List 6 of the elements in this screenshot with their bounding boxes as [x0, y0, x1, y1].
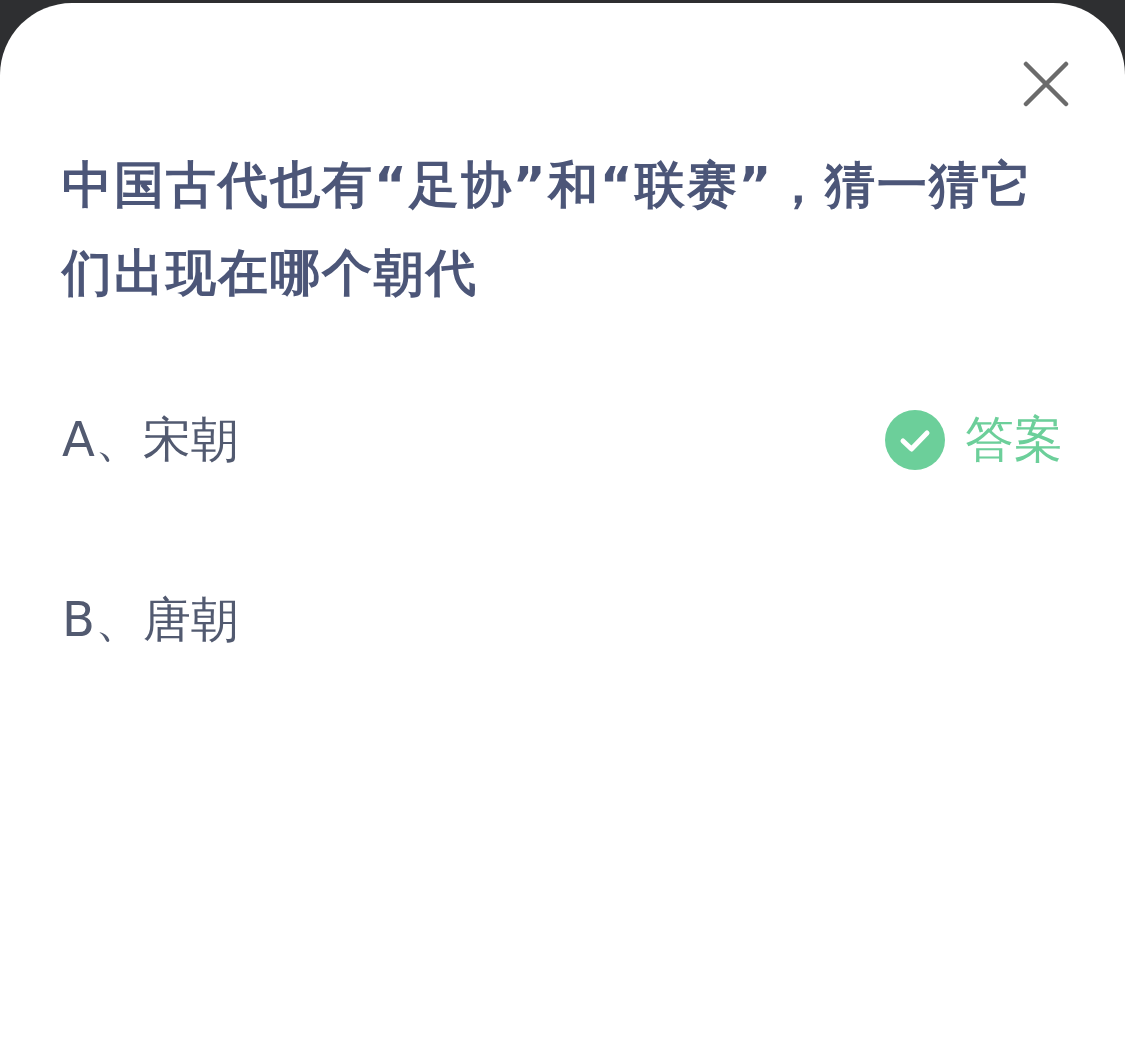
close-icon [1023, 61, 1069, 107]
question-text: 中国古代也有“足协”和“联赛”，猜一猜它们出现在哪个朝代 [62, 155, 1035, 304]
option-label[interactable]: B、唐朝 [62, 588, 239, 652]
close-button[interactable] [1023, 61, 1069, 107]
option-label[interactable]: A、宋朝 [62, 408, 239, 472]
answer-label: 答案 [965, 410, 1063, 470]
